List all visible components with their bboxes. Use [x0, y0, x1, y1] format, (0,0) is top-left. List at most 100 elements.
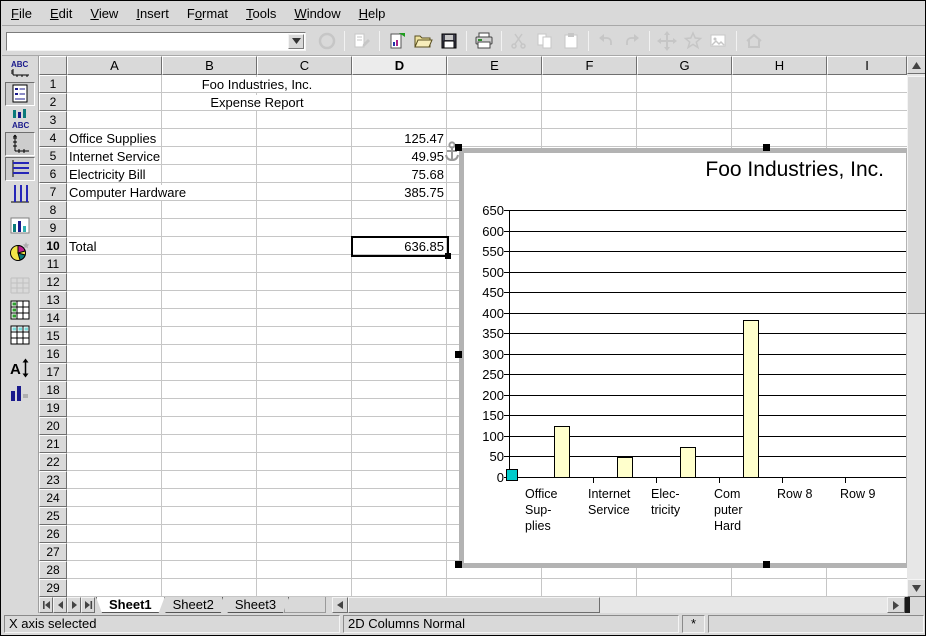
x-axis-label-office-supplies[interactable]: Office Sup- plies	[525, 486, 585, 534]
chart-legend-icon[interactable]	[5, 82, 35, 106]
autoformat-chart-icon[interactable]	[5, 240, 35, 264]
column-header-c[interactable]: C	[257, 56, 352, 75]
x-axis-label-electricity[interactable]: Elec- tricity	[651, 486, 711, 518]
column-header-a[interactable]: A	[67, 56, 162, 75]
scale-text-icon[interactable]: A	[5, 356, 35, 380]
new-document-icon[interactable]	[385, 29, 409, 53]
row-header-3[interactable]: 3	[39, 111, 67, 129]
row-header-2[interactable]: 2	[39, 93, 67, 111]
row-header-10[interactable]: 10	[39, 237, 67, 255]
y-axis-label[interactable]: 250	[466, 367, 504, 382]
embedded-chart[interactable]: Foo Industries, Inc. 0501001502002503003…	[459, 148, 911, 568]
y-axis-label[interactable]: 500	[466, 265, 504, 280]
chart-plot-area[interactable]	[509, 211, 906, 478]
column-header-f[interactable]: F	[542, 56, 637, 75]
row-header-29[interactable]: 29	[39, 579, 67, 597]
cell-A10[interactable]: Total	[69, 239, 96, 254]
row-header-13[interactable]: 13	[39, 291, 67, 309]
horizontal-scrollbar-thumb[interactable]	[348, 597, 600, 613]
row-header-9[interactable]: 9	[39, 219, 67, 237]
prev-sheet-icon[interactable]	[53, 597, 67, 613]
axes-title-icon[interactable]: ABC	[5, 107, 35, 131]
cell-fill-handle[interactable]	[445, 253, 451, 259]
cell-D6[interactable]: 75.68	[353, 167, 444, 182]
menu-edit[interactable]: Edit	[41, 2, 81, 25]
chart-resize-handle-top-left[interactable]	[455, 144, 462, 151]
chart-resize-handle-left[interactable]	[455, 351, 462, 358]
row-header-1[interactable]: 1	[39, 75, 67, 93]
cell-B1[interactable]: Foo Industries, Inc.	[163, 77, 351, 92]
cell-D4[interactable]: 125.47	[353, 131, 444, 146]
menu-help[interactable]: Help	[350, 2, 395, 25]
menu-file[interactable]: File	[2, 2, 41, 25]
row-header-17[interactable]: 17	[39, 363, 67, 381]
column-header-e[interactable]: E	[447, 56, 542, 75]
menu-insert[interactable]: Insert	[127, 2, 178, 25]
row-header-27[interactable]: 27	[39, 543, 67, 561]
chart-title[interactable]: Foo Industries, Inc.	[705, 158, 884, 182]
row-header-12[interactable]: 12	[39, 273, 67, 291]
row-header-22[interactable]: 22	[39, 453, 67, 471]
next-sheet-icon[interactable]	[67, 597, 81, 613]
y-axis-label[interactable]: 550	[466, 244, 504, 259]
y-axis-label[interactable]: 600	[466, 224, 504, 239]
x-axis-label-row-8[interactable]: Row 8	[777, 486, 837, 502]
tab-scroll-left-icon[interactable]	[332, 597, 348, 613]
y-axis-label[interactable]: 350	[466, 326, 504, 341]
open-icon[interactable]	[411, 29, 435, 53]
row-header-6[interactable]: 6	[39, 165, 67, 183]
sheet-tab-sheet3[interactable]: Sheet3	[222, 597, 289, 613]
url-combobox[interactable]	[6, 32, 306, 51]
y-axis-label[interactable]: 0	[466, 470, 504, 485]
row-header-14[interactable]: 14	[39, 309, 67, 327]
menu-tools[interactable]: Tools	[237, 2, 285, 25]
vertical-scrollbar[interactable]	[907, 56, 926, 597]
y-axis-label[interactable]: 300	[466, 347, 504, 362]
row-header-18[interactable]: 18	[39, 381, 67, 399]
edit-chart-type-icon[interactable]	[5, 215, 35, 239]
row-header-4[interactable]: 4	[39, 129, 67, 147]
chart-bar-computer-hard[interactable]	[743, 320, 759, 478]
select-all-corner[interactable]	[39, 56, 67, 75]
reorganize-chart-icon[interactable]	[5, 381, 35, 405]
row-header-19[interactable]: 19	[39, 399, 67, 417]
scroll-down-icon[interactable]	[907, 579, 926, 597]
column-header-b[interactable]: B	[162, 56, 257, 75]
row-header-11[interactable]: 11	[39, 255, 67, 273]
row-header-8[interactable]: 8	[39, 201, 67, 219]
cell-A6[interactable]: Electricity Bill	[69, 167, 146, 182]
row-header-25[interactable]: 25	[39, 507, 67, 525]
vertical-grid-icon[interactable]	[5, 182, 35, 206]
row-header-28[interactable]: 28	[39, 561, 67, 579]
cell-D5[interactable]: 49.95	[353, 149, 444, 164]
chart-bar-internet-service[interactable]	[617, 457, 633, 478]
sheet-tab-sheet2[interactable]: Sheet2	[160, 597, 227, 613]
y-axis-label[interactable]: 100	[466, 429, 504, 444]
sheet-tab-sheet1[interactable]: Sheet1	[96, 597, 165, 613]
menu-view[interactable]: View	[81, 2, 127, 25]
row-header-16[interactable]: 16	[39, 345, 67, 363]
y-axis-label[interactable]: 650	[466, 203, 504, 218]
data-in-rows-icon[interactable]	[5, 298, 35, 322]
print-icon[interactable]	[472, 29, 496, 53]
x-axis-label-computer-hard[interactable]: Com puter Hard	[714, 486, 774, 534]
chart-resize-handle-bottom-left[interactable]	[455, 561, 462, 568]
row-header-24[interactable]: 24	[39, 489, 67, 507]
x-axis-label-internet-service[interactable]: Internet Service	[588, 486, 648, 518]
row-header-5[interactable]: 5	[39, 147, 67, 165]
column-header-h[interactable]: H	[732, 56, 827, 75]
cell-A4[interactable]: Office Supplies	[69, 131, 156, 146]
y-axis-label[interactable]: 150	[466, 408, 504, 423]
chart-bar-electricity[interactable]	[680, 447, 696, 478]
y-axis-label[interactable]: 200	[466, 388, 504, 403]
horizontal-grid-icon[interactable]	[5, 157, 35, 181]
row-header-21[interactable]: 21	[39, 435, 67, 453]
column-header-i[interactable]: I	[827, 56, 907, 75]
last-sheet-icon[interactable]	[81, 597, 95, 613]
y-axis-label[interactable]: 400	[466, 306, 504, 321]
row-header-7[interactable]: 7	[39, 183, 67, 201]
row-header-20[interactable]: 20	[39, 417, 67, 435]
save-icon[interactable]	[437, 29, 461, 53]
combobox-dropdown-icon[interactable]	[288, 34, 304, 49]
chart-resize-handle-top[interactable]	[763, 144, 770, 151]
